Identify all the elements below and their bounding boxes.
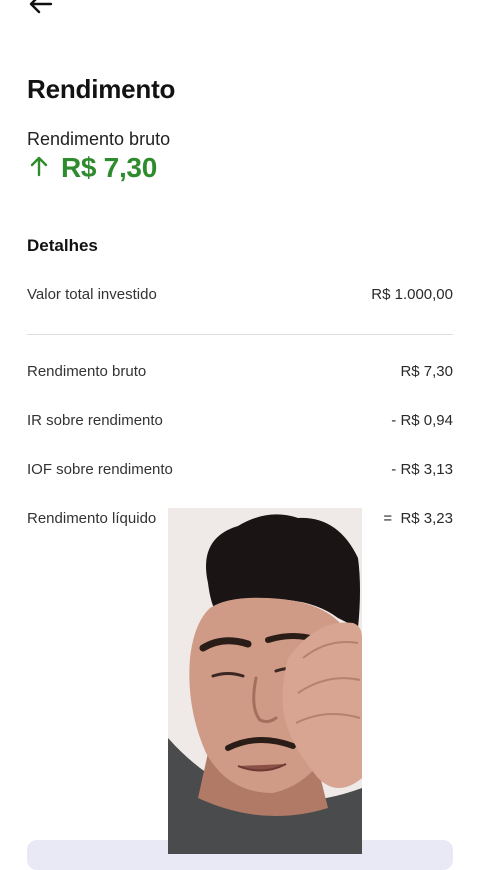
detail-row-iof-tax: IOF sobre rendimento - R$ 3,13 bbox=[27, 461, 453, 478]
detail-value: = R$ 3,23 bbox=[383, 510, 453, 527]
detail-label: IOF sobre rendimento bbox=[27, 461, 173, 478]
detail-row-total-invested: Valor total investido R$ 1.000,00 bbox=[27, 286, 453, 303]
detail-value: - R$ 3,13 bbox=[391, 461, 453, 478]
detail-label: Rendimento bruto bbox=[27, 363, 147, 380]
divider bbox=[27, 334, 453, 335]
person-video-image bbox=[168, 508, 362, 854]
arrow-up-icon bbox=[27, 154, 51, 183]
gross-yield-label: Rendimento bruto bbox=[27, 129, 171, 149]
details-heading: Detalhes bbox=[27, 236, 98, 255]
detail-value: - R$ 0,94 bbox=[391, 412, 453, 429]
detail-row-gross-yield: Rendimento bruto R$ 7,30 bbox=[27, 363, 453, 380]
detail-row-income-tax: IR sobre rendimento - R$ 0,94 bbox=[27, 412, 453, 429]
page-title: Rendimento bbox=[27, 74, 176, 104]
detail-label: Rendimento líquido bbox=[27, 510, 157, 527]
detail-label: IR sobre rendimento bbox=[27, 412, 163, 429]
arrow-left-icon bbox=[27, 0, 53, 20]
detail-value: R$ 7,30 bbox=[400, 363, 453, 380]
video-overlay bbox=[168, 508, 362, 854]
gross-yield-summary: R$ 7,30 bbox=[27, 152, 157, 184]
detail-label: Valor total investido bbox=[27, 286, 157, 303]
gross-yield-value: R$ 7,30 bbox=[61, 152, 157, 183]
detail-value: R$ 1.000,00 bbox=[371, 286, 453, 303]
back-button[interactable] bbox=[24, 0, 56, 20]
